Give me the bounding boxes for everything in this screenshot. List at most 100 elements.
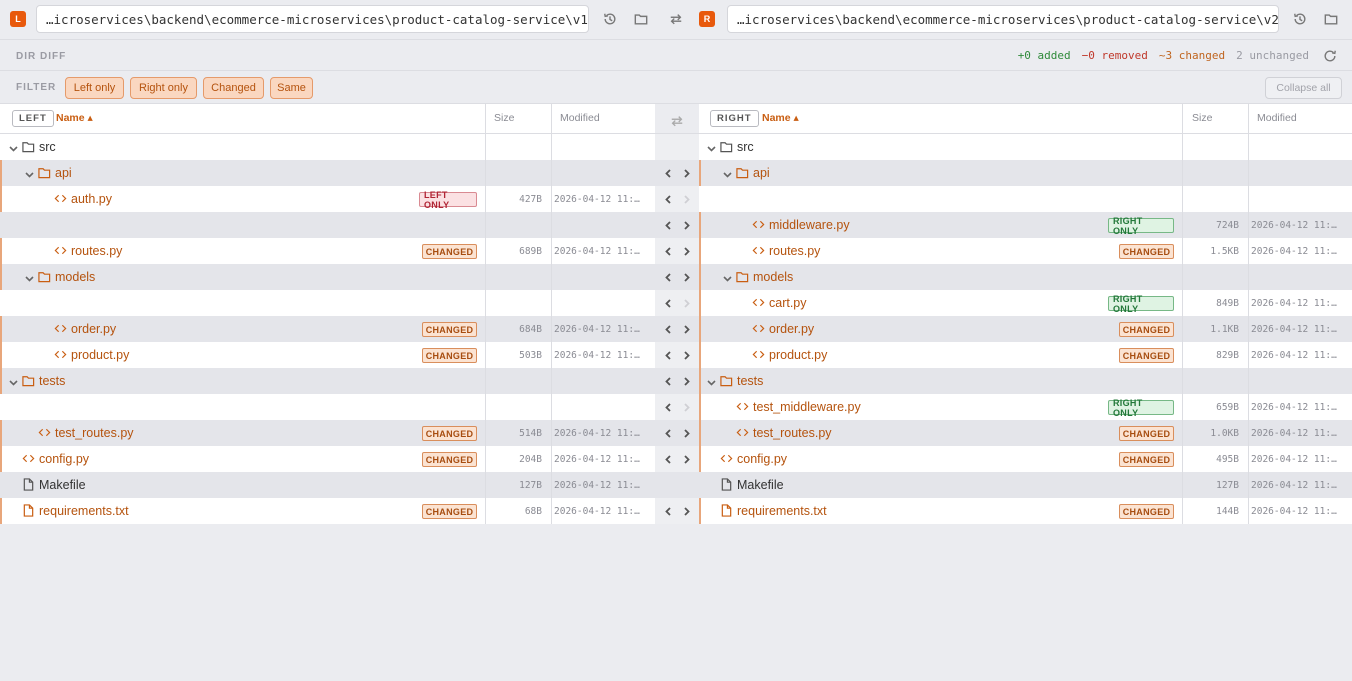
copy-to-left-icon[interactable] (664, 454, 673, 464)
chevron-down-icon[interactable] (9, 376, 18, 386)
file-icon (720, 504, 734, 518)
folder-row[interactable]: tests (699, 368, 1352, 394)
file-row[interactable]: routes.py CHANGED 689B 2026-04-12 11:… (0, 238, 655, 264)
copy-arrow-row (655, 264, 699, 290)
file-row[interactable]: config.py CHANGED 204B 2026-04-12 11:… (0, 446, 655, 472)
file-row[interactable]: test_middleware.py RIGHT ONLY 659B 2026-04-… (699, 394, 1352, 420)
file-size: 689B (519, 246, 542, 257)
left-modified-column-header[interactable]: Modified (560, 112, 600, 124)
code-file-icon (720, 452, 734, 466)
chevron-down-icon[interactable] (25, 168, 34, 178)
file-row[interactable]: Makefile 127B 2026-04-12 11:… (0, 472, 655, 498)
chevron-down-icon[interactable] (707, 376, 716, 386)
copy-to-right-icon[interactable] (682, 506, 691, 516)
left-name-column-header[interactable]: Name ▴ (56, 112, 93, 124)
right-path-input[interactable]: …icroservices\backend\ecommerce-microser… (727, 5, 1279, 33)
left-folder-icon[interactable] (631, 9, 651, 29)
chevron-down-icon[interactable] (707, 142, 716, 152)
copy-to-right-icon[interactable] (682, 428, 691, 438)
empty-row (0, 394, 655, 420)
file-row[interactable]: test_routes.py CHANGED 1.0KB 2026-04-12 11:… (699, 420, 1352, 446)
folder-row[interactable]: models (0, 264, 655, 290)
folder-row[interactable]: tests (0, 368, 655, 394)
folder-row[interactable]: models (699, 264, 1352, 290)
file-row[interactable]: product.py CHANGED 829B 2026-04-12 11:… (699, 342, 1352, 368)
copy-to-right-icon[interactable] (682, 454, 691, 464)
chevron-down-icon[interactable] (9, 142, 18, 152)
file-row[interactable]: Makefile 127B 2026-04-12 11:… (699, 472, 1352, 498)
copy-to-right-icon[interactable] (682, 350, 691, 360)
file-row[interactable]: requirements.txt CHANGED 144B 2026-04-12 11… (699, 498, 1352, 524)
empty-row (0, 290, 655, 316)
file-row[interactable]: product.py CHANGED 503B 2026-04-12 11:… (0, 342, 655, 368)
copy-to-right-icon[interactable] (682, 168, 691, 178)
right-history-icon[interactable] (1290, 9, 1310, 29)
entry-name: order.py (71, 322, 117, 336)
file-row[interactable]: order.py CHANGED 684B 2026-04-12 11:… (0, 316, 655, 342)
refresh-icon[interactable] (1320, 46, 1340, 66)
swap-icon[interactable] (666, 9, 686, 29)
copy-to-left-icon[interactable] (664, 298, 673, 308)
copy-to-right-icon[interactable] (682, 376, 691, 386)
copy-to-left-icon[interactable] (664, 506, 673, 516)
collapse-all-button[interactable]: Collapse all (1265, 77, 1342, 99)
file-row[interactable]: auth.py LEFT ONLY 427B 2026-04-12 11:… (0, 186, 655, 212)
folder-row[interactable]: api (0, 160, 655, 186)
chevron-down-icon[interactable] (723, 272, 732, 282)
copy-to-left-icon[interactable] (664, 324, 673, 334)
modified-date: 2026-04-12 11:… (1251, 350, 1337, 361)
right-name-column-header[interactable]: Name ▴ (762, 112, 799, 124)
file-size: 829B (1216, 350, 1239, 361)
copy-to-right-icon[interactable] (682, 246, 691, 256)
copy-to-right-icon[interactable] (682, 324, 691, 334)
filter-changed[interactable]: Changed (203, 77, 264, 99)
changed-count: ~3 changed (1158, 49, 1226, 62)
copy-arrow-row (655, 290, 699, 316)
status-badge: CHANGED (422, 244, 477, 259)
copy-to-left-icon[interactable] (664, 168, 673, 178)
copy-arrow-rows (655, 134, 699, 524)
filter-same[interactable]: Same (270, 77, 313, 99)
copy-to-right-icon[interactable] (682, 272, 691, 282)
right-size-column-header[interactable]: Size (1192, 112, 1212, 124)
folder-icon (720, 140, 734, 154)
file-row[interactable]: config.py CHANGED 495B 2026-04-12 11:… (699, 446, 1352, 472)
file-row[interactable]: test_routes.py CHANGED 514B 2026-04-12 11:… (0, 420, 655, 446)
copy-to-right-icon (683, 298, 690, 308)
copy-to-left-icon[interactable] (664, 246, 673, 256)
copy-to-left-icon[interactable] (664, 220, 673, 230)
filter-left-only[interactable]: Left only (65, 77, 124, 99)
copy-arrow-row (655, 316, 699, 342)
file-row[interactable]: requirements.txt CHANGED 68B 2026-04-12 11:… (0, 498, 655, 524)
chevron-down-icon[interactable] (25, 272, 34, 282)
right-modified-column-header[interactable]: Modified (1257, 112, 1297, 124)
file-row[interactable]: routes.py CHANGED 1.5KB 2026-04-12 11:… (699, 238, 1352, 264)
folder-row[interactable]: api (699, 160, 1352, 186)
copy-to-left-icon[interactable] (664, 428, 673, 438)
left-size-column-header[interactable]: Size (494, 112, 514, 124)
file-row[interactable]: cart.py RIGHT ONLY 849B 2026-04-12 11:… (699, 290, 1352, 316)
copy-to-right-icon[interactable] (682, 220, 691, 230)
file-row[interactable]: order.py CHANGED 1.1KB 2026-04-12 11:… (699, 316, 1352, 342)
copy-to-left-icon[interactable] (664, 272, 673, 282)
code-file-icon (54, 348, 68, 362)
folder-row[interactable]: src (0, 134, 655, 160)
file-row[interactable]: middleware.py RIGHT ONLY 724B 2026-04-12 11… (699, 212, 1352, 238)
filter-right-only[interactable]: Right only (130, 77, 197, 99)
copy-to-left-icon[interactable] (664, 402, 673, 412)
copy-to-left-icon[interactable] (664, 194, 673, 204)
removed-count: −0 removed (1081, 49, 1148, 62)
left-path-input[interactable]: …icroservices\backend\ecommerce-microser… (36, 5, 589, 33)
folder-row[interactable]: src (699, 134, 1352, 160)
file-icon (720, 478, 734, 492)
copy-to-left-icon[interactable] (664, 376, 673, 386)
right-folder-icon[interactable] (1321, 9, 1341, 29)
code-file-icon (54, 244, 68, 258)
chevron-down-icon[interactable] (723, 168, 732, 178)
entry-name: product.py (769, 348, 828, 362)
left-history-icon[interactable] (600, 9, 620, 29)
status-badge: CHANGED (1119, 244, 1174, 259)
status-badge: RIGHT ONLY (1108, 398, 1174, 418)
code-file-icon (752, 348, 766, 362)
copy-to-left-icon[interactable] (664, 350, 673, 360)
